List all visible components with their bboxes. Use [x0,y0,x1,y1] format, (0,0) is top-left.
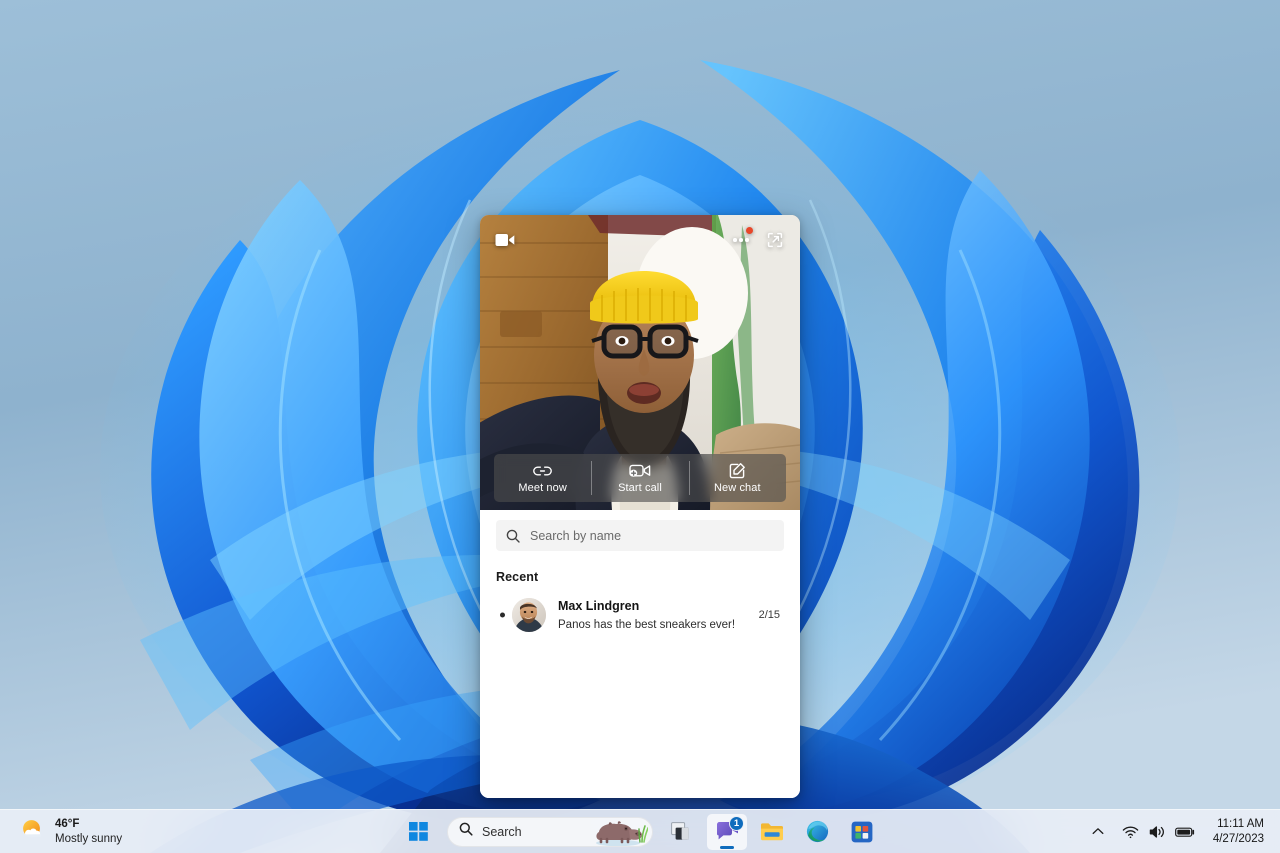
clock-date: 4/27/2023 [1212,832,1264,845]
avatar [512,598,546,632]
start-button[interactable] [398,814,438,850]
link-icon [533,462,553,479]
quick-actions-bar[interactable]: Meet now Start call New chat [494,454,786,502]
flyout-content: Recent [480,510,800,798]
taskbar-center-group[interactable]: Search 1 [398,813,882,850]
chat-contact-name: Max Lindgren [558,599,640,613]
start-call-button[interactable]: Start call [591,454,688,502]
search-icon [459,822,473,841]
start-call-label: Start call [618,482,662,494]
more-options-dots [733,238,749,242]
taskbar-search-box[interactable]: Search [447,816,653,847]
tray-status-group[interactable] [1113,816,1203,848]
search-icon [506,529,520,543]
video-call-add-icon [629,462,651,479]
task-view-icon [671,821,689,840]
weather-widget[interactable]: 46°F Mostly sunny [0,817,230,846]
sidebar-item-microsoft-teams[interactable]: 1 [707,813,747,850]
taskbar-search-placeholder: Search [482,824,522,839]
chevron-up-icon[interactable] [1085,816,1111,848]
new-chat-label: New chat [713,482,761,494]
search-by-name-field[interactable] [496,520,784,551]
pop-out-icon[interactable] [762,227,788,253]
sun-cloud-icon [20,818,46,845]
meet-now-button[interactable]: Meet now [494,454,591,502]
more-options-icon[interactable] [728,227,754,253]
video-camera-icon [494,229,516,251]
weather-temperature: 46°F [55,818,80,831]
recent-chat-list: Max Lindgren Panos has the best sneakers… [496,590,784,640]
sidebar-item-task-view[interactable] [662,814,702,850]
recent-section-label: Recent [496,570,539,584]
weather-condition: Mostly sunny [55,832,123,845]
status-badge: 1 [729,815,744,831]
camera-preview[interactable]: Meet now Start call New chat [480,215,800,510]
chat-message-preview: Panos has the best sneakers ever! [558,619,736,631]
sidebar-item-microsoft-edge[interactable] [797,814,837,850]
meet-now-label: Meet now [518,482,567,494]
folder-icon [761,823,783,841]
windows-logo-icon [408,822,428,841]
store-icon [851,821,873,842]
weather-text: 46°F Mostly sunny [55,817,122,846]
system-tray[interactable]: 11:11 AM 4/27/2023 [1085,810,1280,853]
taskbar[interactable]: 46°F Mostly sunny Search 1 11:11 AM 4/27… [0,809,1280,853]
volume-icon[interactable] [1145,816,1171,848]
clock-and-date[interactable]: 11:11 AM 4/27/2023 [1205,817,1270,847]
chat-timestamp: 2/15 [758,609,780,621]
edge-icon [806,820,828,843]
new-chat-button[interactable]: New chat [688,454,786,502]
sidebar-item-microsoft-store[interactable] [842,814,882,850]
clock-time: 11:11 AM [1217,817,1264,830]
desktop[interactable]: Meet now Start call New chat Search by n… [0,0,1280,853]
wifi-icon[interactable] [1118,816,1144,848]
chat-text: Max Lindgren Panos has the best sneakers… [558,597,751,633]
sidebar-item-file-explorer[interactable] [752,814,792,850]
list-item[interactable]: Max Lindgren Panos has the best sneakers… [496,590,784,640]
compose-icon [729,462,746,479]
search-input[interactable] [530,528,774,543]
battery-icon[interactable] [1172,816,1198,848]
teams-chat-flyout[interactable]: Meet now Start call New chat Search by n… [480,215,800,798]
unread-indicator [500,612,505,618]
notification-dot-badge [746,227,753,234]
preview-toolbar[interactable] [728,227,788,253]
hippo-icon [592,818,649,846]
